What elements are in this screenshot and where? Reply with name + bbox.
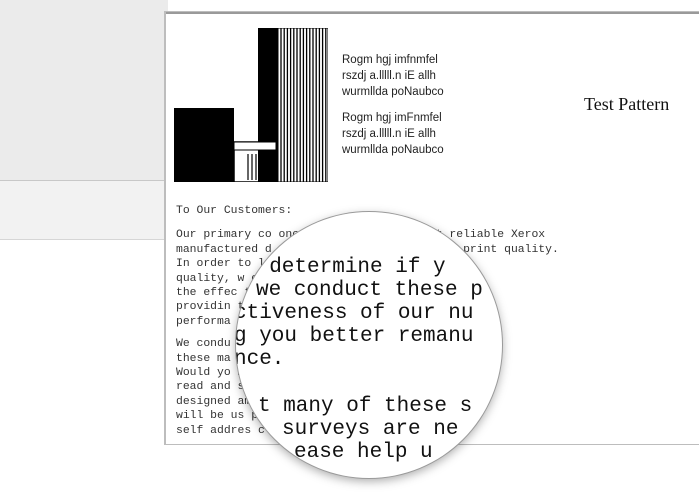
magnified-line: t many of these s bbox=[258, 395, 473, 418]
magnified-line: surveys are ne bbox=[282, 418, 459, 441]
address-line: Rogm hgj imfnmfel bbox=[342, 54, 438, 66]
test-pattern-logo bbox=[174, 28, 328, 182]
magnified-line: we conduct these p bbox=[256, 279, 483, 302]
magnified-line: nce. bbox=[236, 348, 285, 371]
document-heading: Test Pattern bbox=[584, 94, 670, 114]
magnifier-lens[interactable]: o determine if y we conduct these p ctiv… bbox=[236, 212, 502, 478]
app-side-panel-lower bbox=[0, 181, 168, 240]
letter-greeting: To Our Customers: bbox=[176, 205, 293, 217]
magnified-line: g you better remanu bbox=[236, 325, 474, 348]
vertical-stripes bbox=[280, 28, 327, 182]
magnified-line: ease help u bbox=[294, 441, 433, 464]
address-line: rszdj a.lllll.n iE allh bbox=[342, 128, 436, 140]
address-line: wurmllda poNaubco bbox=[342, 86, 444, 98]
app-side-panel bbox=[0, 0, 168, 181]
address-block-1: Rogm hgj imfnmfel rszdj a.lllll.n iE all… bbox=[342, 52, 444, 100]
address-line: rszdj a.lllll.n iE allh bbox=[342, 70, 436, 82]
magnified-line: ctiveness of our nu bbox=[236, 302, 474, 325]
address-line: Rogm hgj imFnmfel bbox=[342, 112, 442, 124]
magnified-line: o determine if y bbox=[244, 256, 446, 279]
address-block-2: Rogm hgj imFnmfel rszdj a.lllll.n iE all… bbox=[342, 110, 444, 158]
address-line: wurmllda poNaubco bbox=[342, 144, 444, 156]
